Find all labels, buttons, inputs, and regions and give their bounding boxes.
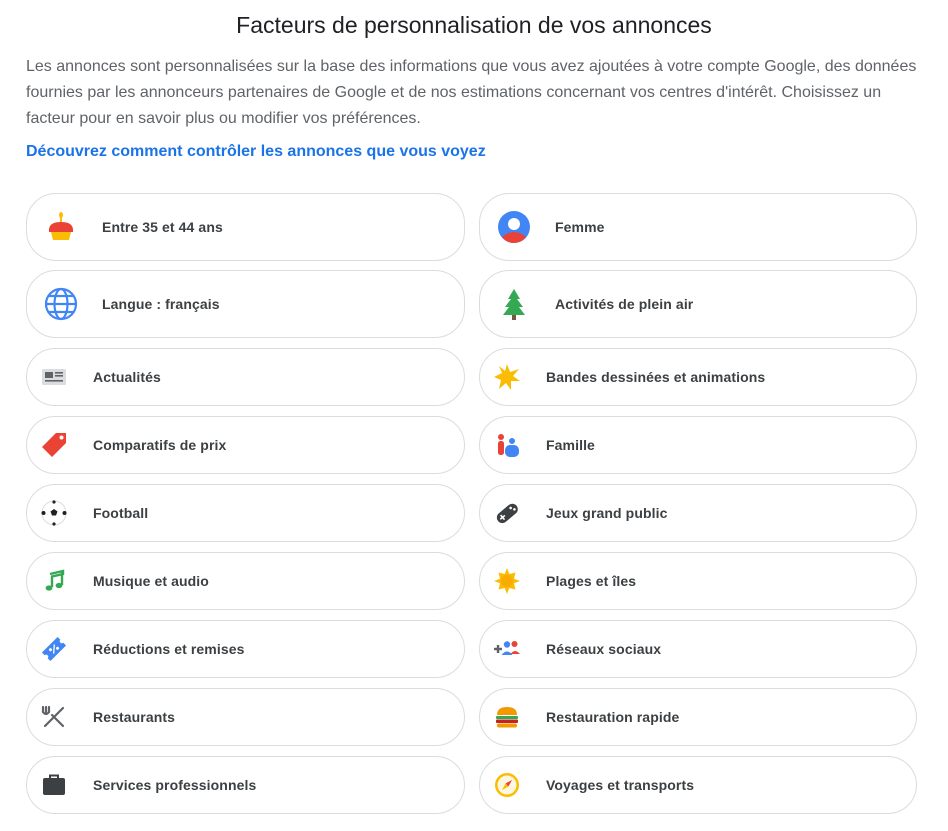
add-people-icon	[492, 634, 522, 664]
factor-card-games[interactable]: Jeux grand public	[479, 484, 917, 542]
factor-label: Comparatifs de prix	[93, 437, 227, 453]
birthday-cake-icon	[43, 209, 79, 245]
factor-card-beaches[interactable]: Plages et îles	[479, 552, 917, 610]
sun-icon	[492, 566, 522, 596]
soccer-ball-icon	[39, 498, 69, 528]
factor-card-football[interactable]: Football	[26, 484, 465, 542]
newspaper-icon	[39, 362, 69, 392]
briefcase-icon	[39, 770, 69, 800]
factor-label: Musique et audio	[93, 573, 209, 589]
page-description: Les annonces sont personnalisées sur la …	[26, 58, 917, 127]
factor-card-travel[interactable]: Voyages et transports	[479, 756, 917, 814]
discount-ticket-icon	[39, 634, 69, 664]
factor-label: Réseaux sociaux	[546, 641, 662, 657]
factor-card-language[interactable]: Langue : français	[26, 270, 465, 338]
factor-card-business-services[interactable]: Services professionnels	[26, 756, 465, 814]
factor-label: Jeux grand public	[546, 505, 668, 521]
factor-card-outdoors[interactable]: Activités de plein air	[479, 270, 917, 338]
pine-tree-icon	[496, 286, 532, 322]
factor-card-restaurants[interactable]: Restaurants	[26, 688, 465, 746]
page-title: Facteurs de personnalisation de vos anno…	[236, 12, 712, 38]
factor-label: Restauration rapide	[546, 709, 680, 725]
factor-label: Football	[93, 505, 149, 521]
factor-label: Famille	[546, 437, 595, 453]
family-icon	[492, 430, 522, 460]
person-avatar-icon	[496, 209, 532, 245]
factor-card-social-networks[interactable]: Réseaux sociaux	[479, 620, 917, 678]
factor-label: Services professionnels	[93, 777, 257, 793]
fork-knife-icon	[39, 702, 69, 732]
factor-label: Femme	[555, 219, 605, 235]
music-note-icon	[39, 566, 69, 596]
factor-card-music[interactable]: Musique et audio	[26, 552, 465, 610]
factor-label: Restaurants	[93, 709, 176, 725]
factor-card-fast-food[interactable]: Restauration rapide	[479, 688, 917, 746]
factor-card-gender[interactable]: Femme	[479, 193, 917, 261]
factor-label: Langue : français	[102, 296, 220, 312]
compass-icon	[492, 770, 522, 800]
factor-label: Plages et îles	[546, 573, 637, 589]
hamburger-icon	[492, 702, 522, 732]
factor-card-family[interactable]: Famille	[479, 416, 917, 474]
globe-icon	[43, 286, 79, 322]
comic-burst-icon	[492, 362, 522, 392]
factor-card-age[interactable]: Entre 35 et 44 ans	[26, 193, 465, 261]
factor-card-price-comparison[interactable]: Comparatifs de prix	[26, 416, 465, 474]
factor-label: Voyages et transports	[546, 777, 695, 793]
factor-label: Actualités	[93, 369, 161, 385]
factor-label: Bandes dessinées et animations	[546, 369, 766, 385]
factor-label: Entre 35 et 44 ans	[102, 219, 223, 235]
factor-label: Activités de plein air	[555, 296, 694, 312]
price-tag-icon	[39, 430, 69, 460]
factor-card-discounts[interactable]: Réductions et remises	[26, 620, 465, 678]
factor-card-news[interactable]: Actualités	[26, 348, 465, 406]
learn-more-link[interactable]: Découvrez comment contrôler les annonces…	[26, 140, 486, 164]
gamepad-icon	[492, 498, 522, 528]
factor-card-comics[interactable]: Bandes dessinées et animations	[479, 348, 917, 406]
factor-label: Réductions et remises	[93, 641, 245, 657]
